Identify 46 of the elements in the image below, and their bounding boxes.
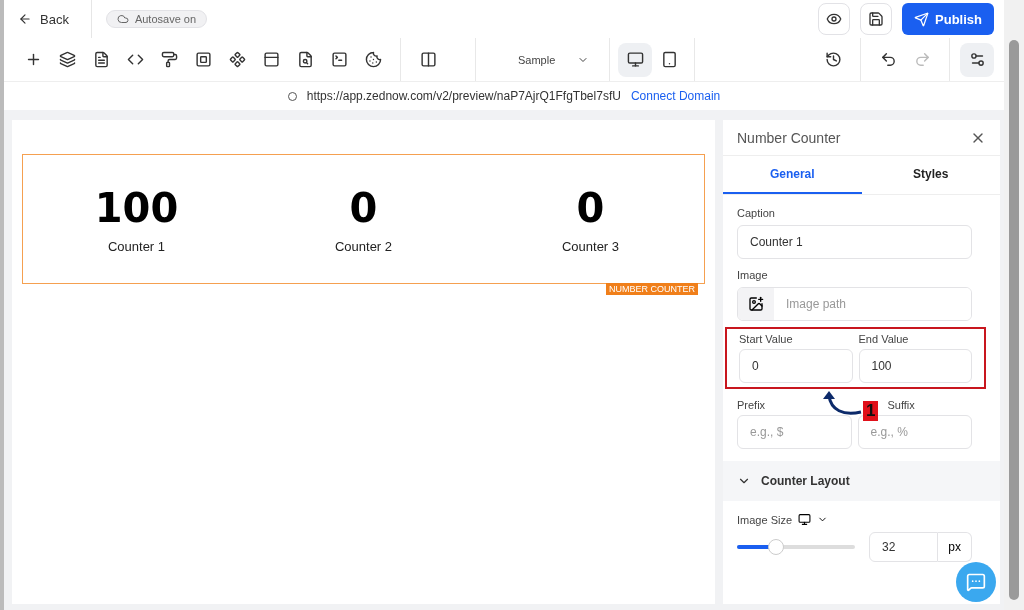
field-label: Prefix [737, 399, 767, 411]
unit-label: px [938, 532, 972, 562]
monitor-icon[interactable] [798, 513, 812, 526]
counter-caption: Counter 1 [107, 238, 166, 254]
field-label: End Value [858, 333, 910, 345]
prefix-field[interactable]: e.g., $ [737, 415, 852, 449]
field-label: Caption [737, 207, 776, 219]
save-icon [868, 11, 885, 27]
suffix-field[interactable]: e.g., % [857, 415, 972, 449]
field-label: Start Value [739, 333, 794, 345]
panel-tab[interactable]: Styles [861, 156, 1000, 194]
step-number: 1 [863, 401, 879, 421]
block-tag: NUMBER COUNTER [606, 283, 698, 295]
back-button[interactable]: Back [18, 0, 92, 38]
panel-title: Number Counter [737, 129, 841, 146]
publish-button[interactable]: Publish [902, 3, 994, 35]
scrollbar-thumb[interactable] [1009, 40, 1019, 600]
panel-tab[interactable]: General [723, 156, 862, 194]
field-label: Image Size [737, 513, 793, 526]
help-chat-button[interactable] [956, 562, 996, 602]
page-select[interactable]: Sample [506, 53, 602, 66]
counter-value: 0 [576, 184, 605, 231]
url-text: https://app.zednow.com/v2/preview/naP7AjrQ1FfgTbel7sfU [306, 89, 621, 103]
save-button[interactable] [860, 3, 893, 35]
chat-icon [966, 572, 986, 592]
counter-value: 0 [349, 184, 378, 231]
caption-field[interactable]: Counter 1 [737, 225, 972, 259]
image-add-icon[interactable] [748, 296, 764, 312]
field-label: Image [737, 269, 769, 281]
monitor-icon[interactable] [618, 42, 653, 77]
field-label: Suffix [887, 399, 916, 411]
counter-caption: Counter 2 [334, 238, 393, 254]
slider-thumb[interactable] [767, 539, 784, 555]
start-value-field[interactable]: 0 [739, 349, 853, 383]
eye-icon [826, 11, 843, 27]
connect-domain-link[interactable]: Connect Domain [630, 89, 721, 103]
image-path-field[interactable]: Image path [737, 287, 972, 321]
section-header[interactable]: Counter Layout [723, 461, 1000, 501]
preview-button[interactable] [818, 3, 851, 35]
send-icon [914, 11, 930, 27]
end-value-field[interactable]: 100 [858, 349, 972, 383]
counter-value: 100 [94, 184, 179, 231]
autosave-badge: Autosave on [105, 10, 208, 28]
settings-icon[interactable] [960, 42, 994, 77]
counter-caption: Counter 3 [561, 238, 620, 254]
size-field[interactable]: 32 [869, 532, 939, 562]
